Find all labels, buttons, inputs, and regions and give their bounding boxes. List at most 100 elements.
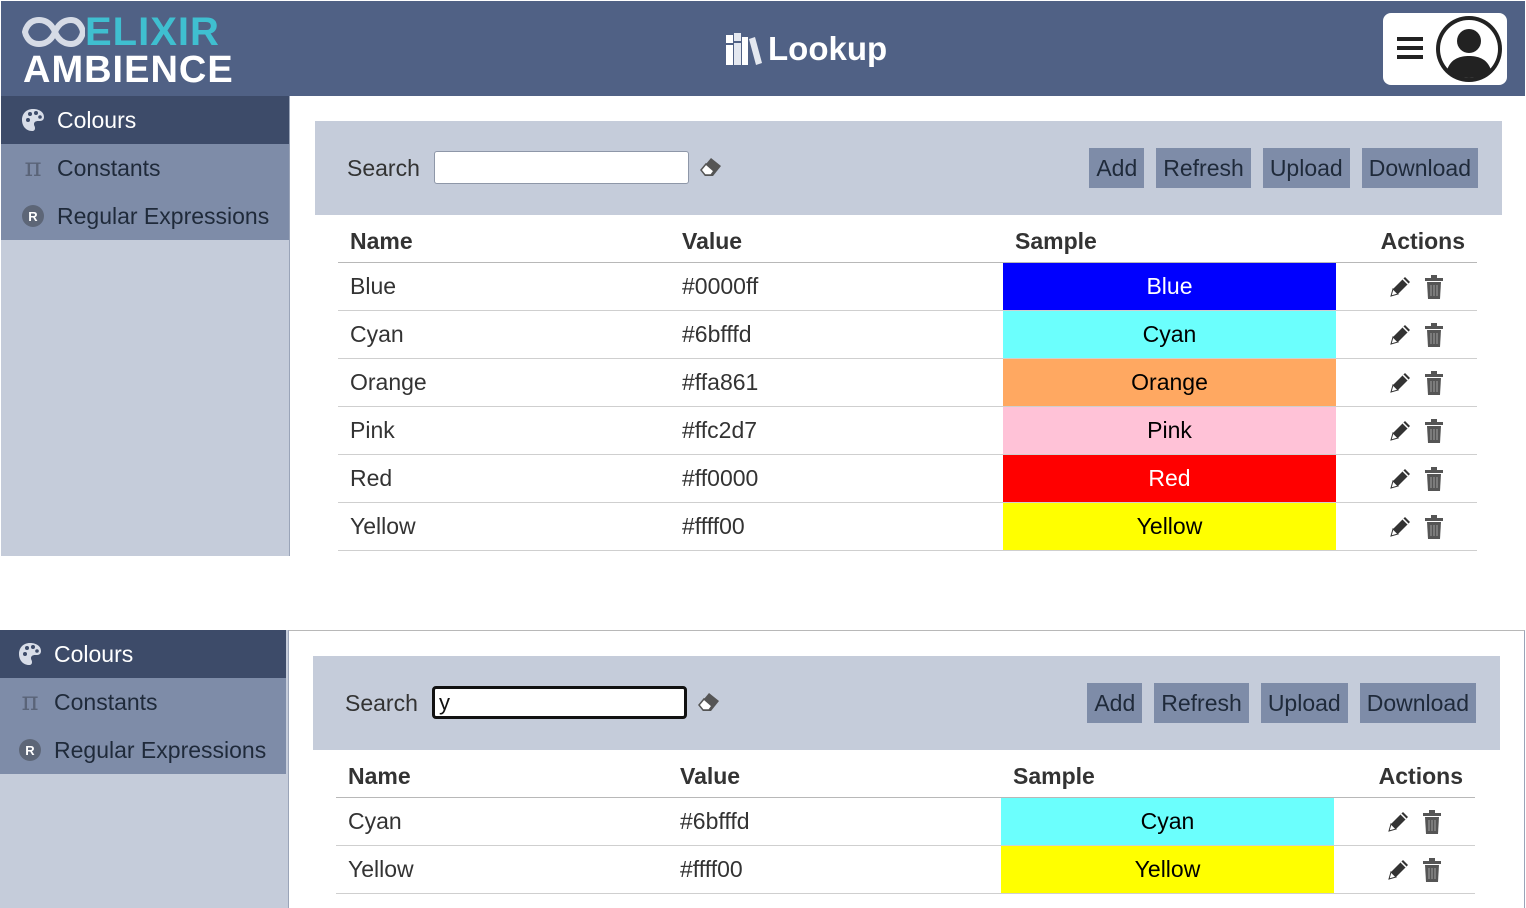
regex-badge: R	[19, 739, 41, 761]
sidebar: Colours π Constants R Regular Expression…	[1, 96, 290, 556]
table-row: Pink #ffc2d7 Pink	[338, 406, 1477, 455]
user-menu[interactable]	[1383, 13, 1507, 85]
column-header-name[interactable]: Name	[338, 221, 670, 263]
eraser-icon[interactable]	[695, 687, 723, 715]
column-header-sample[interactable]: Sample	[1001, 756, 1334, 798]
infinity-logo-icon	[21, 16, 85, 48]
cell-value: #6bfffd	[668, 797, 1001, 846]
add-button[interactable]: Add	[1087, 683, 1143, 723]
sidebar-item-regular-expressions[interactable]: R Regular Expressions	[1, 192, 289, 240]
table-row: Yellow #ffff00 Yellow	[338, 502, 1477, 551]
delete-trash-icon[interactable]	[1421, 274, 1447, 300]
regex-icon: R	[19, 202, 47, 230]
column-header-value[interactable]: Value	[670, 221, 1003, 263]
column-header-sample[interactable]: Sample	[1003, 221, 1336, 263]
edit-pencil-icon[interactable]	[1387, 514, 1413, 540]
refresh-button[interactable]: Refresh	[1156, 148, 1251, 188]
cell-actions	[1336, 358, 1477, 407]
edit-pencil-icon[interactable]	[1387, 370, 1413, 396]
search-label: Search	[345, 690, 418, 716]
download-button[interactable]: Download	[1361, 148, 1478, 188]
main-content: Search Add Refresh Upload Download Name …	[289, 630, 1525, 908]
upload-button[interactable]: Upload	[1260, 683, 1348, 723]
pi-glyph: π	[24, 153, 42, 183]
delete-trash-icon[interactable]	[1419, 857, 1445, 883]
cell-actions	[1336, 310, 1477, 359]
download-button[interactable]: Download	[1359, 683, 1476, 723]
cell-name: Blue	[338, 262, 670, 311]
toolbar: Search Add Refresh Upload Download	[315, 121, 1502, 215]
sidebar-item-label: Regular Expressions	[54, 736, 267, 763]
edit-pencil-icon[interactable]	[1385, 809, 1411, 835]
sidebar-item-constants[interactable]: π Constants	[1, 144, 289, 192]
sidebar-item-label: Regular Expressions	[57, 202, 270, 229]
sidebar-item-colours[interactable]: Colours	[0, 630, 286, 678]
sidebar-item-label: Colours	[54, 640, 134, 667]
upload-button[interactable]: Upload	[1262, 148, 1350, 188]
table-header-row: Name Value Sample Actions	[338, 221, 1477, 263]
pi-icon: π	[19, 153, 47, 183]
edit-pencil-icon[interactable]	[1387, 274, 1413, 300]
delete-trash-icon[interactable]	[1421, 514, 1447, 540]
delete-trash-icon[interactable]	[1419, 809, 1445, 835]
cell-actions	[1336, 502, 1477, 551]
regex-badge: R	[22, 205, 44, 227]
delete-trash-icon[interactable]	[1421, 466, 1447, 492]
pi-icon: π	[16, 687, 44, 717]
table-row: Cyan #6bfffd Cyan	[338, 310, 1477, 359]
pi-glyph: π	[21, 687, 39, 717]
table-body: Cyan #6bfffd Cyan Yellow #ffff00 Yellow	[336, 797, 1475, 894]
edit-pencil-icon[interactable]	[1387, 466, 1413, 492]
delete-trash-icon[interactable]	[1421, 322, 1447, 348]
cell-name: Cyan	[336, 797, 668, 846]
table-header-row: Name Value Sample Actions	[336, 756, 1475, 798]
hamburger-menu-icon[interactable]	[1397, 37, 1423, 61]
sidebar-item-colours[interactable]: Colours	[1, 96, 289, 144]
edit-pencil-icon[interactable]	[1387, 418, 1413, 444]
delete-trash-icon[interactable]	[1421, 418, 1447, 444]
refresh-button[interactable]: Refresh	[1154, 683, 1249, 723]
cell-name: Yellow	[336, 845, 668, 894]
colours-table: Name Value Sample Actions Blue #0000ff Blu…	[338, 221, 1477, 551]
cell-sample: Yellow	[1001, 845, 1334, 894]
cell-value: #6bfffd	[670, 310, 1003, 359]
cell-sample: Cyan	[1003, 310, 1336, 359]
add-button[interactable]: Add	[1089, 148, 1145, 188]
column-header-name[interactable]: Name	[336, 756, 668, 798]
colours-table: Name Value Sample Actions Cyan #6bfffd Cya…	[336, 756, 1475, 894]
edit-pencil-icon[interactable]	[1385, 857, 1411, 883]
cell-name: Cyan	[338, 310, 670, 359]
cell-sample: Blue	[1003, 262, 1336, 311]
delete-trash-icon[interactable]	[1421, 370, 1447, 396]
sidebar-item-constants[interactable]: π Constants	[0, 678, 286, 726]
cell-actions	[1336, 454, 1477, 503]
cell-value: #ffc2d7	[670, 406, 1003, 455]
logo-text-ambience: AMBIENCE	[23, 49, 234, 91]
cell-value: #ffff00	[670, 502, 1003, 551]
lookup-panel-filtered: Colours π Constants R Regular Expression…	[0, 630, 1525, 908]
user-avatar-icon[interactable]	[1433, 14, 1505, 84]
search-input[interactable]	[434, 151, 689, 184]
cell-sample: Cyan	[1001, 797, 1334, 846]
toolbar: Search Add Refresh Upload Download	[313, 656, 1500, 750]
table-row: Orange #ffa861 Orange	[338, 358, 1477, 407]
search-input[interactable]	[432, 686, 687, 719]
column-header-actions: Actions	[1336, 221, 1477, 263]
sidebar-item-label: Colours	[57, 106, 137, 133]
column-header-value[interactable]: Value	[668, 756, 1001, 798]
page-title: Lookup	[724, 27, 887, 71]
cell-sample: Yellow	[1003, 502, 1336, 551]
search-label: Search	[347, 155, 420, 181]
cell-value: #ffa861	[670, 358, 1003, 407]
cell-value: #ffff00	[668, 845, 1001, 894]
sidebar-item-regular-expressions[interactable]: R Regular Expressions	[0, 726, 286, 774]
regex-icon: R	[16, 736, 44, 764]
table-row: Yellow #ffff00 Yellow	[336, 845, 1475, 894]
app-logo[interactable]: ELIXIR AMBIENCE	[21, 11, 234, 91]
palette-icon	[16, 640, 44, 668]
books-icon	[726, 33, 762, 65]
edit-pencil-icon[interactable]	[1387, 322, 1413, 348]
cell-actions	[1334, 845, 1475, 894]
eraser-icon[interactable]	[697, 152, 725, 180]
cell-value: #ff0000	[670, 454, 1003, 503]
